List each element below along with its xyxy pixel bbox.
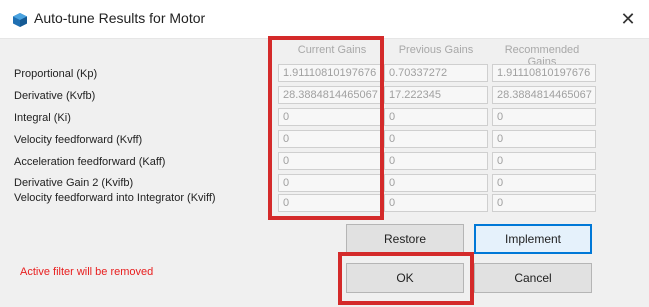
row-label: Integral (Ki) — [14, 112, 71, 124]
recommended-gain-field[interactable]: 1.91110810197676 — [492, 64, 596, 82]
row-label: Acceleration feedforward (Kaff) — [14, 156, 166, 168]
current-gain-field[interactable]: 0 — [278, 152, 382, 170]
app-cube-icon — [13, 13, 27, 27]
current-gain-field[interactable]: 1.91110810197676 — [278, 64, 382, 82]
current-gain-field[interactable]: 0 — [278, 194, 382, 212]
recommended-gain-field[interactable]: 0 — [492, 108, 596, 126]
row-label: Derivative Gain 2 (Kvifb) — [14, 177, 134, 189]
previous-gain-field[interactable]: 17.222345 — [384, 86, 488, 104]
column-header-current: Current Gains — [297, 44, 367, 56]
recommended-gain-field[interactable]: 0 — [492, 174, 596, 192]
previous-gain-field[interactable]: 0 — [384, 174, 488, 192]
title-bar: Auto-tune Results for Motor ✕ — [0, 0, 649, 39]
window-title: Auto-tune Results for Motor — [34, 10, 206, 26]
row-label: Proportional (Kp) — [14, 68, 98, 80]
current-gain-field[interactable]: 28.3884814465067 — [278, 86, 382, 104]
row-label: Velocity feedforward (Kvff) — [14, 134, 143, 146]
recommended-gain-field[interactable]: 28.3884814465067 — [492, 86, 596, 104]
previous-gain-field[interactable]: 0 — [384, 108, 488, 126]
implement-button[interactable]: Implement — [474, 224, 592, 254]
previous-gain-field[interactable]: 0 — [384, 130, 488, 148]
recommended-gain-field[interactable]: 0 — [492, 194, 596, 212]
previous-gain-field[interactable]: 0.70337272 — [384, 64, 488, 82]
recommended-gain-field[interactable]: 0 — [492, 130, 596, 148]
current-gain-field[interactable]: 0 — [278, 130, 382, 148]
current-gain-field[interactable]: 0 — [278, 108, 382, 126]
ok-button[interactable]: OK — [346, 263, 464, 293]
row-label: Derivative (Kvfb) — [14, 90, 96, 102]
previous-gain-field[interactable]: 0 — [384, 152, 488, 170]
column-header-previous: Previous Gains — [398, 44, 474, 56]
previous-gain-field[interactable]: 0 — [384, 194, 488, 212]
restore-button[interactable]: Restore — [346, 224, 464, 254]
recommended-gain-field[interactable]: 0 — [492, 152, 596, 170]
status-message: Active filter will be removed — [20, 266, 154, 278]
dialog-window: Auto-tune Results for Motor ✕ Current Ga… — [0, 0, 649, 307]
cancel-button[interactable]: Cancel — [474, 263, 592, 293]
row-label: Velocity feedforward into Integrator (Kv… — [14, 192, 216, 204]
close-icon[interactable]: ✕ — [617, 8, 639, 30]
current-gain-field[interactable]: 0 — [278, 174, 382, 192]
